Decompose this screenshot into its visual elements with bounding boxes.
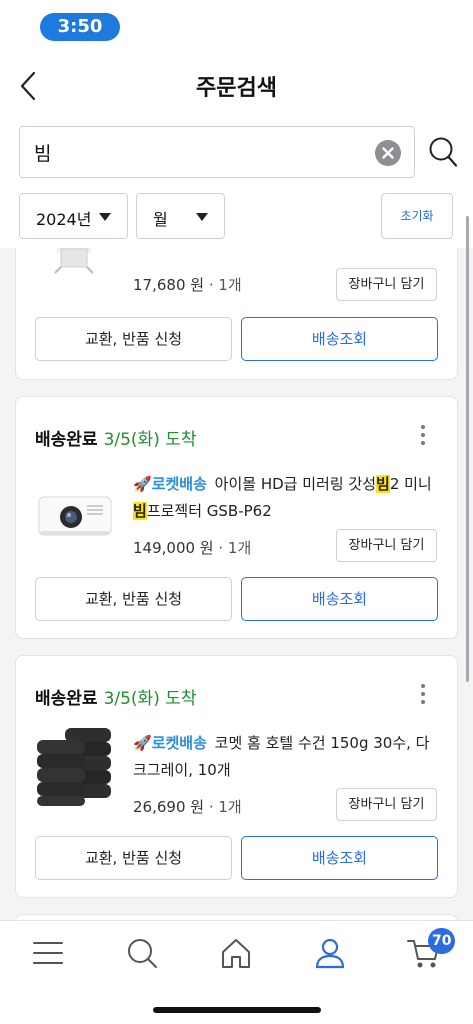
search-icon <box>429 137 458 167</box>
rocket-delivery-badge: 🚀로켓배송 <box>133 734 207 752</box>
clear-search-button[interactable] <box>375 140 401 166</box>
exchange-return-button[interactable]: 교환, 반품 신청 <box>35 836 232 880</box>
order-card: 17,680 원 · 1개 장바구니 담기 교환, 반품 신청 배송조회 <box>15 248 458 380</box>
user-icon <box>315 938 345 969</box>
tab-search[interactable] <box>124 935 160 971</box>
track-delivery-button[interactable]: 배송조회 <box>241 317 438 361</box>
menu-icon <box>33 942 63 964</box>
track-delivery-button[interactable]: 배송조회 <box>241 577 438 621</box>
year-select[interactable]: 2024년 <box>19 193 128 239</box>
month-select[interactable]: 월 <box>136 193 225 239</box>
arrival-date: 3/5(화) 도착 <box>103 689 197 709</box>
home-icon <box>222 939 250 968</box>
order-price: 17,680 원 · 1개 <box>133 276 242 294</box>
scrollbar[interactable] <box>466 216 469 682</box>
arrival-date: 3/5(화) 도착 <box>103 430 197 450</box>
delivery-status: 배송완료 <box>35 430 98 450</box>
search-highlight: 빔 <box>133 502 147 520</box>
month-select-value: 월 <box>153 210 168 229</box>
search-input[interactable] <box>34 137 364 167</box>
order-status: 배송완료 3/5(화) 도착 <box>35 684 197 709</box>
track-delivery-button[interactable]: 배송조회 <box>241 836 438 880</box>
add-to-cart-button[interactable]: 장바구니 담기 <box>336 529 437 562</box>
order-status: 배송완료 3/5(화) 도착 <box>35 425 197 450</box>
search-box <box>19 126 415 178</box>
exchange-return-button[interactable]: 교환, 반품 신청 <box>35 577 232 621</box>
tab-menu[interactable] <box>30 935 66 971</box>
tab-my-account[interactable] <box>312 935 348 971</box>
rocket-delivery-badge: 🚀로켓배송 <box>133 475 207 493</box>
cart-count-badge: 70 <box>428 928 456 954</box>
search-icon <box>128 939 157 968</box>
caret-down-icon <box>99 213 111 221</box>
add-to-cart-button[interactable]: 장바구니 담기 <box>336 788 437 821</box>
caret-down-icon <box>196 213 208 221</box>
status-bar: 3:50 <box>0 0 473 54</box>
product-title[interactable]: 🚀로켓배송 코멧 홈 호텔 수건 150g 30수, 다크그레이, 10개 <box>133 730 439 784</box>
search-area: 2024년 월 초기화 <box>0 118 473 248</box>
product-title[interactable]: 🚀로켓배송 아이몰 HD급 미러링 갓성빔2 미니 빔프로젝터 GSB-P62 <box>133 471 439 525</box>
year-select-value: 2024년 <box>36 210 92 229</box>
product-thumbnail <box>35 726 115 806</box>
more-options-button[interactable] <box>419 423 427 447</box>
header: 주문검색 <box>0 54 473 118</box>
bottom-tab-bar: 70 <box>0 920 473 1024</box>
order-card: 배송완료 3/5(화) 도착 🚀로켓배송 아이몰 HD급 미러링 갓성빔2 미니 … <box>15 396 458 639</box>
close-icon <box>382 147 394 159</box>
product-thumbnail <box>35 248 115 275</box>
reset-button[interactable]: 초기화 <box>381 193 453 239</box>
status-time: 3:50 <box>40 13 120 41</box>
page-title: 주문검색 <box>196 76 277 101</box>
delivery-status: 배송완료 <box>35 689 98 709</box>
order-list[interactable]: 17,680 원 · 1개 장바구니 담기 교환, 반품 신청 배송조회 배송완… <box>0 248 473 920</box>
more-options-button[interactable] <box>419 682 427 706</box>
search-button[interactable] <box>428 136 458 168</box>
tab-home[interactable] <box>218 935 254 971</box>
search-highlight: 빔 <box>376 475 390 493</box>
order-price: 26,690 원 · 1개 <box>133 798 242 816</box>
order-card: 배송완료 3/5(화) 도착 🚀로켓배송 코멧 홈 호텔 수건 150g 30수,… <box>15 655 458 898</box>
exchange-return-button[interactable]: 교환, 반품 신청 <box>35 317 232 361</box>
order-price: 149,000 원 · 1개 <box>133 539 252 557</box>
home-indicator <box>153 1007 321 1013</box>
product-thumbnail <box>35 475 115 555</box>
add-to-cart-button[interactable]: 장바구니 담기 <box>336 268 437 301</box>
